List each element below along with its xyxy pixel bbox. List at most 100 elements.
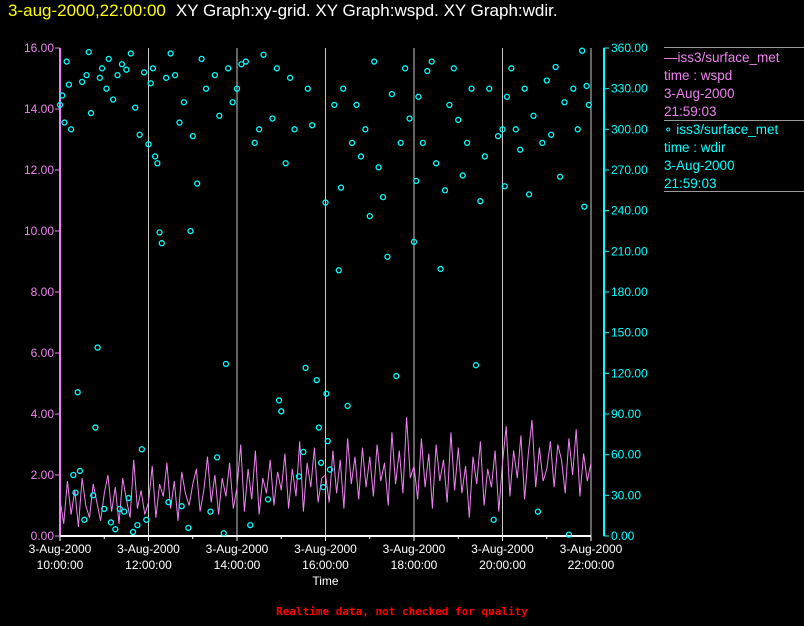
wdir-point xyxy=(136,131,143,138)
wdir-point xyxy=(211,71,219,79)
wdir-point xyxy=(105,55,112,62)
wdir-point xyxy=(581,203,588,210)
wdir-point xyxy=(96,74,103,81)
wdir-point xyxy=(384,253,391,260)
wdir-point xyxy=(490,516,497,523)
wdir-point xyxy=(521,85,528,92)
wdir-point xyxy=(118,61,126,68)
x-tick-time: 12:00:00 xyxy=(125,558,172,572)
wdir-point xyxy=(539,139,546,147)
wdir-point xyxy=(348,139,356,147)
wdir-point xyxy=(463,139,471,147)
wdir-point xyxy=(366,212,373,220)
wdir-point xyxy=(561,99,568,106)
wdir-point xyxy=(94,344,101,351)
wdir-point xyxy=(570,85,577,92)
wdir-point xyxy=(548,131,555,138)
wdir-point xyxy=(187,227,194,235)
wdir-point xyxy=(222,360,230,367)
wdir-point xyxy=(552,63,559,71)
wdir-point xyxy=(107,519,115,526)
wdir-point xyxy=(90,492,97,499)
wdir-point xyxy=(213,454,221,461)
wdir-point xyxy=(302,364,309,372)
wdir-point xyxy=(81,516,88,523)
wdir-point xyxy=(512,126,519,133)
wdir-point xyxy=(83,71,90,79)
legend-wdir: ∘ iss3/surface_met time : wdir 3-Aug-200… xyxy=(664,121,804,193)
wdir-point xyxy=(477,198,484,205)
wdir-point xyxy=(273,65,280,72)
wdir-point xyxy=(154,160,161,167)
y-left-tick-label: 10.00 xyxy=(24,224,54,238)
x-tick-date: 3-Aug-2000 xyxy=(471,542,534,556)
wdir-point xyxy=(441,187,449,194)
wdir-point xyxy=(242,58,250,65)
wdir-point xyxy=(525,191,533,198)
y-right-tick-label: 0.00 xyxy=(611,529,635,543)
wdir-point xyxy=(401,65,409,72)
wdir-point xyxy=(455,116,462,123)
wdir-point xyxy=(178,503,185,510)
wdir-point xyxy=(112,526,119,533)
wdir-point xyxy=(574,126,581,133)
x-tick-time: 22:00:00 xyxy=(568,558,615,572)
y-right-tick-label: 360.00 xyxy=(611,41,648,55)
wdir-point xyxy=(167,50,174,57)
wdir-point xyxy=(424,67,431,75)
wdir-point xyxy=(388,90,396,98)
wdir-point xyxy=(317,459,325,466)
wdir-point xyxy=(481,153,488,160)
wdir-point xyxy=(335,267,342,274)
wdir-point xyxy=(87,109,95,117)
y-left-tick-label: 8.00 xyxy=(31,285,55,299)
wdir-point xyxy=(140,69,148,76)
wdir-point xyxy=(151,153,159,160)
wdir-point xyxy=(494,132,502,140)
y-right-tick-label: 120.00 xyxy=(611,366,648,380)
wdir-point xyxy=(353,101,360,109)
wdir-point xyxy=(530,112,537,119)
wdir-point xyxy=(61,119,68,126)
wdir-point xyxy=(85,48,92,56)
y-left-tick-label: 12.00 xyxy=(24,163,54,177)
wdir-point xyxy=(224,65,232,72)
wdir-point xyxy=(278,408,285,415)
wdir-point xyxy=(472,362,480,369)
legend-divider xyxy=(664,47,804,48)
wdir-point xyxy=(428,58,435,65)
y-right-tick-label: 240.00 xyxy=(611,204,648,218)
wdir-point xyxy=(163,74,170,81)
legend-wspd-date: 3-Aug-2000 xyxy=(664,86,735,101)
legend-wspd-var: time : wspd xyxy=(664,68,733,83)
y-left-tick-label: 16.00 xyxy=(24,41,54,55)
legend-wdir-date: 3-Aug-2000 xyxy=(664,158,735,173)
wdir-point xyxy=(189,132,196,140)
wdir-point xyxy=(264,496,272,503)
y-right-tick-label: 210.00 xyxy=(611,244,648,258)
y-right-tick-label: 300.00 xyxy=(611,122,648,136)
wdir-point xyxy=(156,229,163,236)
wdir-point xyxy=(543,77,550,84)
wdir-point xyxy=(579,47,586,54)
wdir-point xyxy=(78,78,86,86)
legend-wspd-time: 21:59:03 xyxy=(664,104,717,119)
wdir-point xyxy=(331,101,338,109)
x-tick-time: 16:00:00 xyxy=(302,558,349,572)
y-left-tick-label: 4.00 xyxy=(31,407,55,421)
y-left-tick-label: 6.00 xyxy=(31,346,55,360)
wdir-point xyxy=(251,139,258,147)
wdir-point xyxy=(185,524,192,532)
wdir-point xyxy=(129,528,137,536)
y-right-tick-label: 30.00 xyxy=(611,488,641,502)
wdir-point xyxy=(63,58,70,65)
wdir-point xyxy=(255,126,263,133)
wdir-point xyxy=(397,139,404,147)
wdir-point xyxy=(74,389,81,396)
wdir-point xyxy=(393,372,400,380)
wdir-point xyxy=(114,71,121,79)
wdir-point xyxy=(180,99,188,106)
wdir-point xyxy=(98,65,106,72)
wdir-point xyxy=(158,240,165,247)
x-tick-time: 10:00:00 xyxy=(37,558,84,572)
